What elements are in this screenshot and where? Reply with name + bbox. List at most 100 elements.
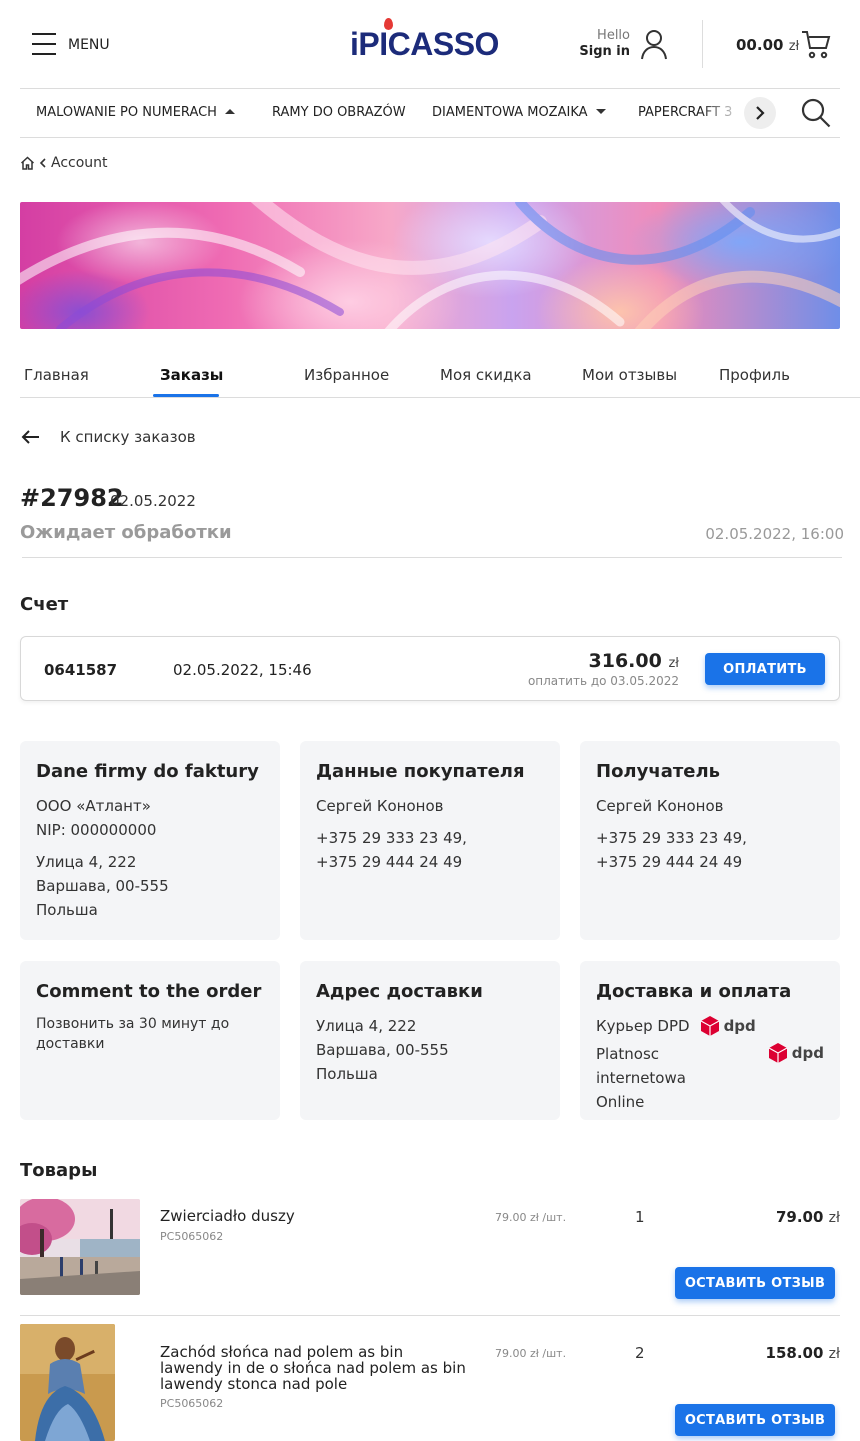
- header-divider: [702, 20, 703, 68]
- hello-text: Hello: [597, 28, 630, 43]
- menu-label[interactable]: MENU: [68, 37, 110, 53]
- company-nip: NIP: 000000000: [36, 821, 157, 839]
- pay-button[interactable]: ОПЛАТИТЬ: [705, 653, 825, 685]
- active-tab-indicator: [153, 394, 219, 397]
- address-city: Варшава, 00-555: [316, 1041, 449, 1059]
- nav-item-label: RAMY DO OBRAZÓW: [272, 105, 406, 120]
- buyer-phone-1: +375 29 333 23 49,: [316, 829, 467, 847]
- leave-review-button[interactable]: ОСТАВИТЬ ОТЗЫВ: [675, 1267, 835, 1299]
- nav-item-ramy[interactable]: RAMY DO OBRAZÓW: [272, 105, 406, 120]
- product-currency: zł: [828, 1346, 840, 1362]
- nav-separator: [20, 137, 840, 138]
- tab-favorites[interactable]: Избранное: [304, 366, 389, 384]
- account-tabs: Главная Заказы Избранное Моя скидка Мои …: [20, 358, 860, 398]
- nav-item-label: MALOWANIE PO NUMERACH: [36, 105, 217, 120]
- comment-card-title: Comment to the order: [36, 981, 262, 1002]
- account-greeting[interactable]: Hello Sign in: [579, 28, 630, 60]
- cart-amount[interactable]: 00.00 zł: [736, 36, 799, 54]
- recipient-card-title: Получатель: [596, 761, 721, 782]
- buyer-card: Данные покупателя Сергей Кононов +375 29…: [300, 741, 560, 940]
- cart-total: 00.00: [736, 36, 784, 54]
- buyer-name: Сергей Кононов: [316, 797, 444, 815]
- product-name[interactable]: Zwierciadło duszy: [160, 1208, 460, 1224]
- buyer-card-title: Данные покупателя: [316, 761, 525, 782]
- buyer-phone-2: +375 29 444 24 49: [316, 853, 463, 871]
- order-date: 02.05.2022: [110, 492, 196, 510]
- tab-main[interactable]: Главная: [24, 366, 89, 384]
- invoice-title: Счет: [20, 594, 69, 615]
- invoice-row: 0641587 02.05.2022, 15:46 316.00 zł опла…: [20, 636, 840, 701]
- nav-item-diamentowa[interactable]: DIAMENTOWA MOZAIKA: [432, 105, 606, 120]
- logo[interactable]: iPICASSO: [350, 18, 499, 63]
- address-country: Польша: [316, 1065, 378, 1083]
- invoice-currency: zł: [668, 656, 679, 671]
- caret-up-icon: [224, 109, 235, 114]
- comment-card: Comment to the order Позвонить за 30 мин…: [20, 961, 280, 1120]
- address-card: Адрес доставки Улица 4, 222 Варшава, 00-…: [300, 961, 560, 1120]
- product-total-value: 158.00: [765, 1344, 824, 1362]
- dpd-text: dpd: [791, 1044, 824, 1062]
- company-country: Польша: [36, 901, 98, 919]
- nav-fade: [700, 92, 744, 132]
- product-total: 79.00 zł: [776, 1208, 840, 1226]
- product-qty: 1: [635, 1208, 645, 1226]
- dpd-cube-icon: [768, 1043, 788, 1063]
- home-icon[interactable]: [20, 156, 35, 170]
- payment-method: Platnosc internetowa: [596, 1045, 686, 1087]
- invoice-date: 02.05.2022, 15:46: [173, 661, 312, 679]
- product-qty: 2: [635, 1344, 645, 1362]
- arrow-left-icon: [21, 430, 39, 444]
- cart-icon[interactable]: [800, 28, 832, 60]
- chevron-right-icon: [756, 106, 765, 120]
- product-currency: zł: [828, 1210, 840, 1226]
- delivery-card-title: Доставка и оплата: [596, 981, 792, 1002]
- recipient-phone-1: +375 29 333 23 49,: [596, 829, 747, 847]
- recipient-name: Сергей Кононов: [596, 797, 724, 815]
- nav-item-label: DIAMENTOWA MOZAIKA: [432, 105, 588, 120]
- product-name[interactable]: Zachód słońca nad polem as bin lawendy i…: [160, 1344, 470, 1392]
- tab-discount[interactable]: Моя скидка: [440, 366, 532, 384]
- product-image[interactable]: [20, 1199, 140, 1295]
- courier-label: Курьер DPD: [596, 1017, 690, 1035]
- nav-next-button[interactable]: [744, 97, 776, 129]
- cart-currency: zł: [788, 39, 800, 54]
- company-name: ООО «Атлант»: [36, 797, 151, 815]
- delivery-card: Доставка и оплата Курьер DPD dpd Platnos…: [580, 961, 840, 1120]
- invoice-due: оплатить до 03.05.2022: [527, 674, 679, 688]
- product-image[interactable]: [20, 1324, 115, 1441]
- back-to-orders[interactable]: К списку заказов: [20, 428, 196, 446]
- company-street: Улица 4, 222: [36, 853, 137, 871]
- invoice-amount: 316.00 zł: [589, 650, 679, 672]
- tab-reviews[interactable]: Мои отзывы: [582, 366, 677, 384]
- company-card-title: Dane firmy do faktury: [36, 761, 259, 782]
- payment-type: Online: [596, 1093, 645, 1111]
- logo-text: iPICASSO: [350, 26, 499, 62]
- back-label: К списку заказов: [60, 428, 196, 446]
- tab-profile[interactable]: Профиль: [719, 366, 790, 384]
- account-banner: [20, 202, 840, 329]
- order-number: #27982: [20, 484, 124, 512]
- menu-icon[interactable]: [32, 33, 56, 55]
- product-sku: PC5065062: [160, 1230, 224, 1243]
- nav-item-malowanie[interactable]: MALOWANIE PO NUMERACH: [36, 105, 235, 120]
- comment-text: Позвонить за 30 минут до доставки: [36, 1016, 230, 1052]
- leave-review-button[interactable]: ОСТАВИТЬ ОТЗЫВ: [675, 1404, 835, 1436]
- order-status: Ожидает обработки: [20, 522, 232, 543]
- address-street: Улица 4, 222: [316, 1017, 417, 1035]
- invoice-amount-value: 316.00: [588, 650, 662, 672]
- breadcrumb: Account: [20, 155, 108, 171]
- user-icon[interactable]: [640, 28, 668, 60]
- dpd-cube-icon: [700, 1016, 719, 1036]
- tab-orders[interactable]: Заказы: [160, 366, 223, 384]
- invoice-number: 0641587: [44, 661, 118, 679]
- products-title: Товары: [20, 1160, 98, 1181]
- sign-in-link[interactable]: Sign in: [579, 44, 630, 60]
- recipient-card: Получатель Сергей Кононов +375 29 333 23…: [580, 741, 840, 940]
- breadcrumb-account[interactable]: Account: [51, 155, 108, 171]
- company-city: Варшава, 00-555: [36, 877, 169, 895]
- chevron-left-icon: [39, 158, 46, 168]
- courier-row: Курьер DPD dpd: [596, 1014, 824, 1038]
- banner-brush-strokes: [20, 202, 840, 329]
- product-total-value: 79.00: [775, 1208, 824, 1226]
- search-icon[interactable]: [800, 97, 832, 129]
